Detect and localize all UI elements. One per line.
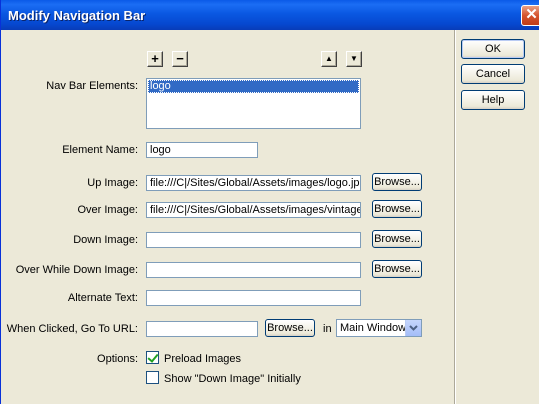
minus-icon: −	[176, 51, 184, 66]
dropdown-arrow[interactable]	[405, 320, 421, 336]
help-button[interactable]: Help	[461, 90, 525, 110]
element-name-field[interactable]: logo	[146, 142, 258, 158]
checkmark-icon	[147, 351, 159, 363]
dialog-body: + − ▲ ▼ Nav Bar Elements: logo Element N…	[1, 30, 459, 404]
modify-navigation-bar-dialog: Modify Navigation Bar ✕ + − ▲ ▼ Nav Bar …	[0, 0, 539, 404]
over-image-field[interactable]: file:///C|/Sites/Global/Assets/images/vi…	[146, 202, 361, 218]
remove-element-button[interactable]: −	[172, 51, 188, 67]
target-window-value: Main Window	[340, 322, 407, 334]
in-label: in	[323, 323, 332, 335]
arrow-up-icon: ▲	[325, 54, 333, 63]
over-while-down-image-label: Over While Down Image:	[15, 264, 138, 276]
over-image-browse-button[interactable]: Browse...	[372, 200, 422, 218]
target-window-select[interactable]: Main Window	[336, 319, 422, 337]
close-icon: ✕	[525, 6, 538, 23]
cancel-button[interactable]: Cancel	[461, 64, 525, 84]
when-clicked-browse-button[interactable]: Browse...	[265, 319, 315, 337]
down-image-label: Down Image:	[73, 234, 138, 246]
up-image-label: Up Image:	[87, 177, 138, 189]
plus-icon: +	[151, 51, 159, 66]
title-bar[interactable]: Modify Navigation Bar ✕	[1, 0, 539, 30]
when-clicked-url-field[interactable]	[146, 321, 258, 337]
preload-images-label[interactable]: Preload Images	[164, 353, 241, 365]
chevron-down-icon	[409, 325, 418, 331]
over-while-down-browse-button[interactable]: Browse...	[372, 260, 422, 278]
options-label: Options:	[97, 353, 138, 365]
show-down-image-label[interactable]: Show "Down Image" Initially	[164, 373, 301, 385]
over-image-label: Over Image:	[77, 204, 138, 216]
when-clicked-label: When Clicked, Go To URL:	[6, 323, 138, 335]
close-button[interactable]: ✕	[521, 5, 539, 26]
nav-bar-elements-label: Nav Bar Elements:	[46, 80, 138, 92]
ok-button[interactable]: OK	[461, 39, 525, 59]
down-image-browse-button[interactable]: Browse...	[372, 230, 422, 248]
nav-bar-elements-list[interactable]: logo	[146, 78, 361, 129]
show-down-image-checkbox[interactable]	[146, 371, 159, 384]
alternate-text-field[interactable]	[146, 290, 361, 306]
alternate-text-label: Alternate Text:	[67, 292, 138, 304]
up-image-field[interactable]: file:///C|/Sites/Global/Assets/images/lo…	[146, 175, 361, 191]
arrow-down-icon: ▼	[350, 54, 358, 63]
move-down-button[interactable]: ▼	[346, 51, 362, 67]
down-image-field[interactable]	[146, 232, 361, 248]
element-name-label: Element Name:	[62, 144, 138, 156]
move-up-button[interactable]: ▲	[321, 51, 337, 67]
add-element-button[interactable]: +	[147, 51, 163, 67]
divider	[454, 30, 455, 404]
window-title: Modify Navigation Bar	[8, 8, 146, 23]
preload-images-checkbox[interactable]	[146, 351, 159, 364]
over-while-down-image-field[interactable]	[146, 262, 361, 278]
up-image-browse-button[interactable]: Browse...	[372, 173, 422, 191]
list-item[interactable]: logo	[148, 80, 359, 93]
